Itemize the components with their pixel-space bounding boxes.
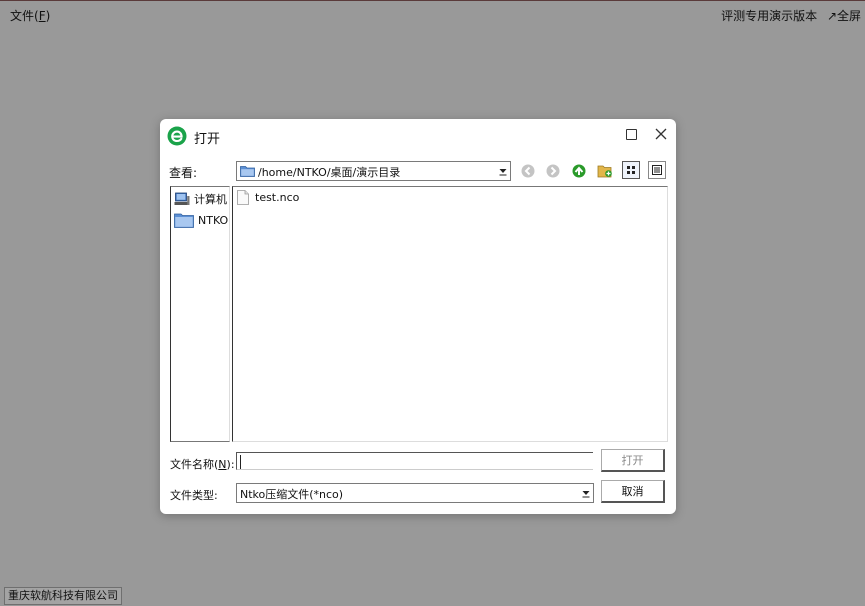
folder-icon xyxy=(174,213,194,228)
file-name-label: 文件名称(N): xyxy=(170,458,235,471)
list-item[interactable]: test.nco xyxy=(237,190,299,205)
maximize-button[interactable] xyxy=(626,129,637,140)
back-icon[interactable] xyxy=(520,163,536,179)
grid-view-icon xyxy=(627,166,635,174)
file-menu-label: 文件 xyxy=(10,9,35,23)
open-file-dialog: 打开 查看: /home/NTKO/桌面/演示目录 计算机 NTKO test.… xyxy=(160,119,676,514)
app-logo-icon xyxy=(167,126,187,146)
file-icon xyxy=(237,190,249,205)
look-in-path: /home/NTKO/桌面/演示目录 xyxy=(258,166,401,179)
fullscreen-button[interactable]: ↗全屏 xyxy=(827,9,861,23)
file-menu[interactable]: 文件(F) xyxy=(10,7,50,24)
list-view-button[interactable] xyxy=(622,161,640,179)
up-folder-icon[interactable] xyxy=(571,163,587,179)
file-menu-accelerator: F xyxy=(38,9,46,23)
window-top-border xyxy=(0,0,865,1)
sidebar-item-computer[interactable]: 计算机 xyxy=(174,190,227,208)
chevron-down-icon[interactable] xyxy=(498,165,508,177)
top-right-bar: 评测专用演示版本 ↗全屏 xyxy=(715,7,861,24)
sidebar-places[interactable]: 计算机 NTKO xyxy=(170,186,230,442)
cancel-button[interactable]: 取消 xyxy=(601,480,665,503)
file-type-value: Ntko压缩文件(*nco) xyxy=(240,488,344,501)
eval-version-label: 评测专用演示版本 xyxy=(721,9,818,23)
detail-view-icon xyxy=(652,165,662,175)
open-button[interactable]: 打开 xyxy=(601,449,665,472)
chevron-down-icon[interactable] xyxy=(581,487,591,499)
look-in-combo[interactable]: /home/NTKO/桌面/演示目录 xyxy=(236,161,511,181)
computer-icon xyxy=(174,192,190,205)
look-in-label: 查看: xyxy=(169,166,198,180)
folder-icon xyxy=(240,166,255,177)
detail-view-button[interactable] xyxy=(648,161,666,179)
sidebar-item-label: 计算机 xyxy=(194,193,227,206)
file-name: test.nco xyxy=(255,191,300,204)
file-type-label: 文件类型: xyxy=(170,489,218,502)
sidebar-item-label: NTKO xyxy=(198,213,229,227)
close-icon[interactable] xyxy=(654,127,668,141)
file-name-input[interactable] xyxy=(236,452,593,470)
sidebar-item-ntko[interactable]: NTKO xyxy=(174,211,228,229)
forward-icon[interactable] xyxy=(545,163,561,179)
file-list[interactable]: test.nco xyxy=(232,186,668,442)
new-folder-icon[interactable] xyxy=(597,163,613,179)
file-type-select[interactable]: Ntko压缩文件(*nco) xyxy=(236,483,594,503)
text-cursor xyxy=(240,455,241,469)
dialog-title: 打开 xyxy=(194,132,221,147)
company-label: 重庆软航科技有限公司 xyxy=(4,587,122,605)
